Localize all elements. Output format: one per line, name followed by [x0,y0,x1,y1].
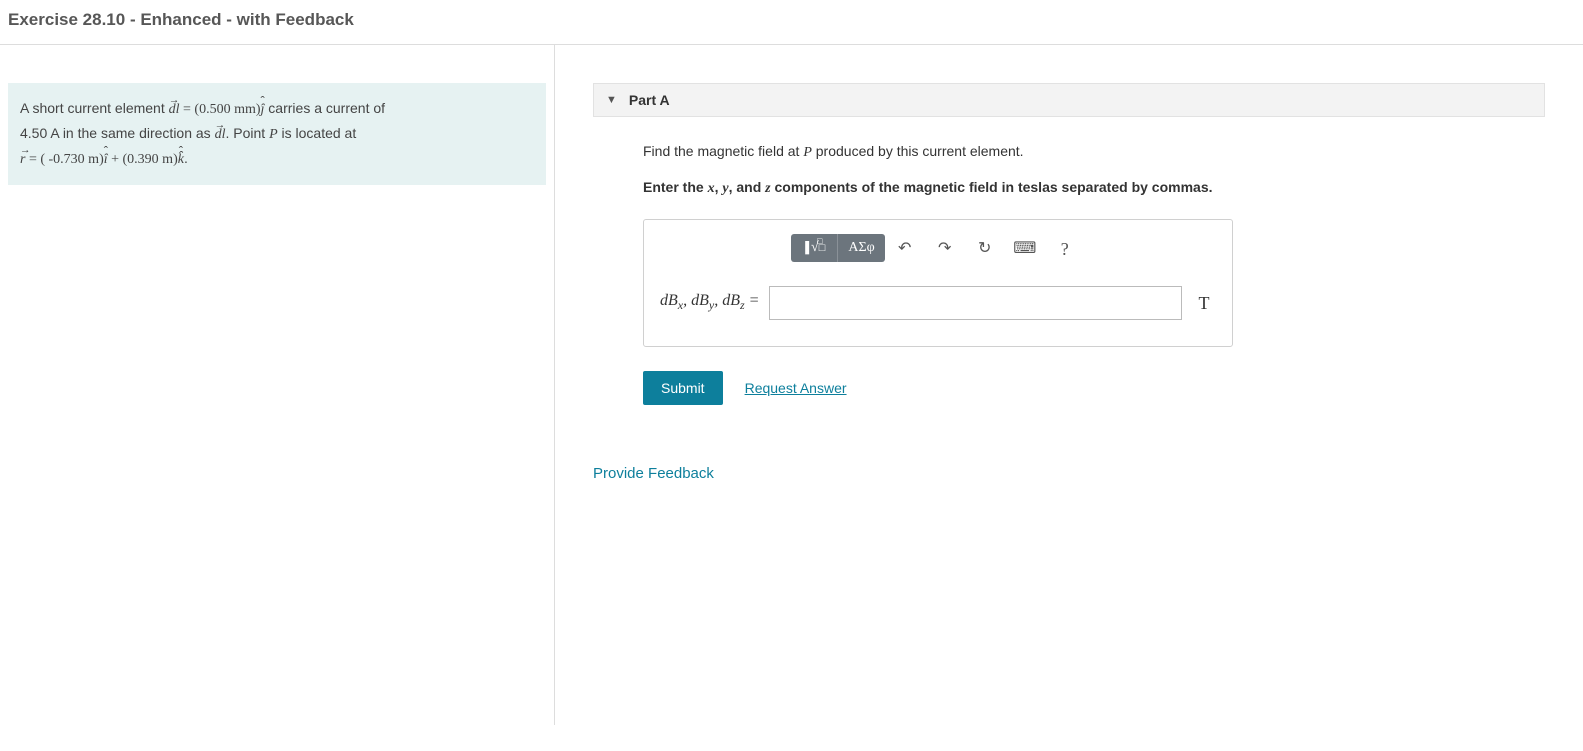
problem-text: = ( -0.730 m) [25,152,103,167]
problem-text: carries a current of [264,100,385,116]
greek-letters-button[interactable]: ΑΣφ [838,234,884,262]
problem-text: . [184,150,188,166]
left-column: A short current element dl = (0.500 mm)ĵ… [0,45,555,725]
j-hat: ĵ [261,102,265,117]
problem-text: = (0.500 mm) [180,102,261,117]
problem-text: 4.50 A in the same direction as [20,125,215,141]
problem-statement: A short current element dl = (0.500 mm)ĵ… [8,83,546,185]
redo-icon[interactable]: ↷ [925,238,965,258]
reset-icon[interactable]: ↻ [965,238,1005,258]
problem-text: A short current element [20,100,169,116]
submit-button[interactable]: Submit [643,371,723,405]
unit-label: T [1192,293,1216,314]
action-row: Submit Request Answer [643,371,1545,405]
k-hat: k̂ [178,152,184,167]
part-label: Part A [629,92,670,108]
part-prompt: Find the magnetic field at P produced by… [643,141,1545,163]
request-answer-link[interactable]: Request Answer [745,380,847,396]
toolbar-group: ▐□√□ ΑΣφ [791,234,884,262]
templates-icon: ▐ [801,242,809,254]
dl-vector: dl [169,102,180,117]
r-vector: r [20,152,25,167]
dl-vector: dl [215,127,226,142]
problem-text: is located at [278,125,357,141]
part-instructions: Enter the x, y, and z components of the … [643,179,1545,197]
input-toolbar: ▐□√□ ΑΣφ ↶ ↷ ↻ ⌨ ? [644,220,1232,268]
variable-label: dBx, dBy, dBz = [660,292,759,313]
point-P: P [269,127,278,142]
problem-text: + (0.390 m) [108,152,178,167]
math-templates-button[interactable]: ▐□√□ [791,234,838,262]
help-icon[interactable]: ? [1045,237,1085,260]
provide-feedback-link[interactable]: Provide Feedback [593,465,1545,482]
undo-icon[interactable]: ↶ [885,238,925,258]
page-header: Exercise 28.10 - Enhanced - with Feedbac… [0,0,1583,45]
part-header[interactable]: ▼ Part A [593,83,1545,117]
answer-box: ▐□√□ ΑΣφ ↶ ↷ ↻ ⌨ ? dBx, dBy, dBz = T [643,219,1233,347]
page-title: Exercise 28.10 - Enhanced - with Feedbac… [8,10,1575,30]
point-P: P [803,145,812,160]
content: A short current element dl = (0.500 mm)ĵ… [0,45,1583,725]
caret-down-icon: ▼ [606,94,617,106]
problem-text: . Point [225,125,269,141]
answer-input[interactable] [769,286,1182,320]
input-row: dBx, dBy, dBz = T [644,268,1232,326]
i-hat: î [104,152,108,167]
right-column: ▼ Part A Find the magnetic field at P pr… [555,45,1583,725]
keyboard-icon[interactable]: ⌨ [1005,238,1045,258]
